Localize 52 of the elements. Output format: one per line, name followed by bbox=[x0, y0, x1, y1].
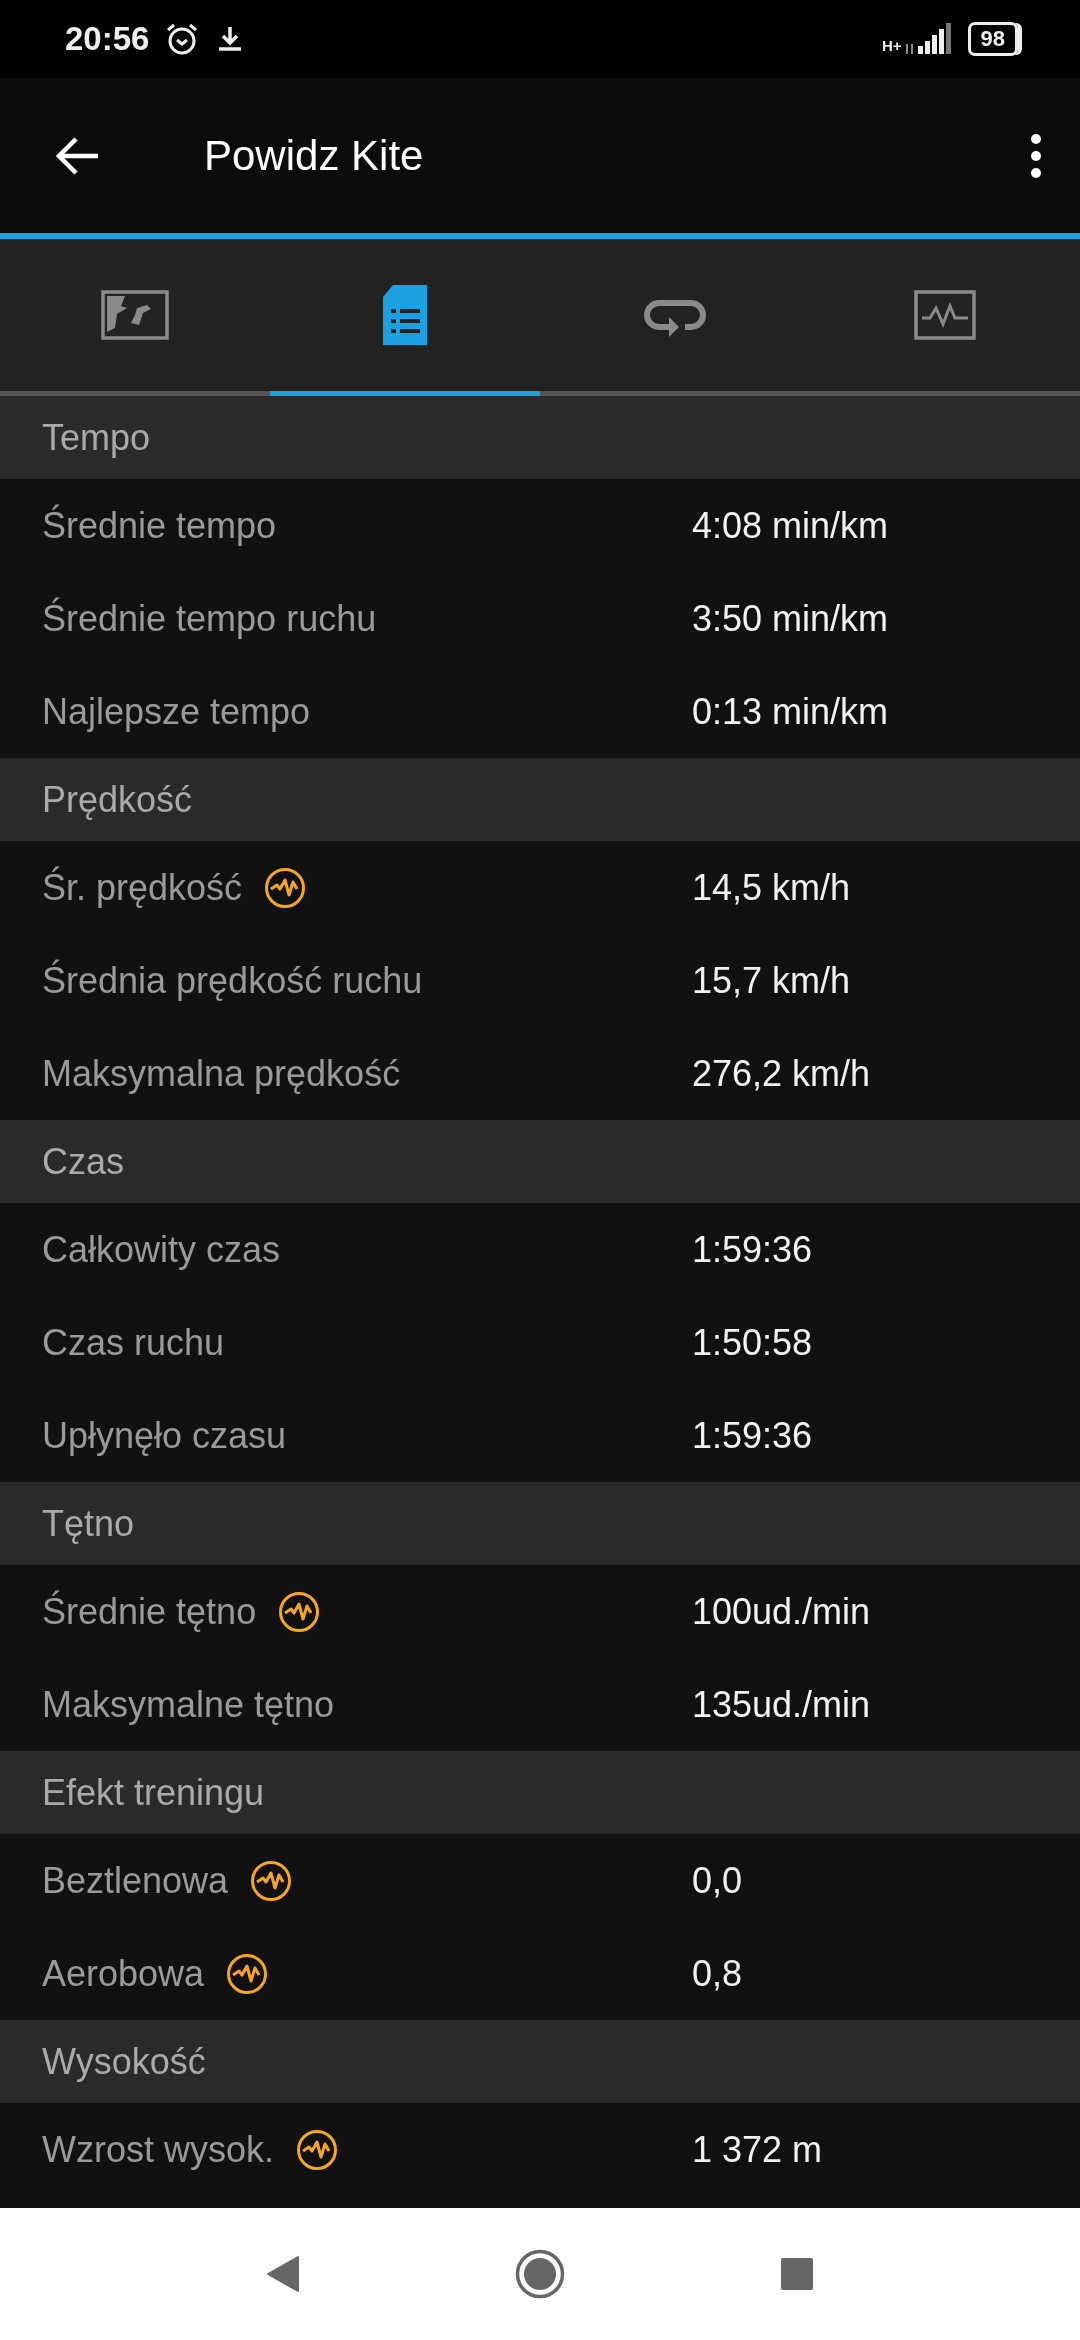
back-arrow-icon bbox=[54, 135, 100, 176]
stat-label: Średnie tempo ruchu bbox=[42, 596, 377, 641]
recents-nav-icon[interactable] bbox=[780, 2257, 814, 2291]
stat-label: Średnie tętno bbox=[42, 1589, 257, 1634]
activity-icon bbox=[278, 1590, 321, 1633]
stat-label: Czas ruchu bbox=[42, 1320, 225, 1365]
section-header: Prędkość bbox=[0, 758, 1080, 841]
stat-value: 1 372 m bbox=[692, 2127, 823, 2172]
section-header: Wysokość bbox=[0, 2020, 1080, 2103]
stat-label: Śr. prędkość bbox=[42, 865, 243, 910]
stat-value: 4:08 min/km bbox=[692, 503, 889, 548]
stat-label: Średnia prędkość ruchu bbox=[42, 958, 423, 1003]
stat-value: 14,5 km/h bbox=[692, 865, 851, 910]
stat-value: 0,8 bbox=[692, 1951, 743, 1996]
map-icon bbox=[101, 290, 169, 340]
screen-title: Powidz Kite bbox=[204, 131, 424, 181]
section-header: Efekt treningu bbox=[0, 1751, 1080, 1834]
section-header: Tętno bbox=[0, 1482, 1080, 1565]
stat-label: Maksymalna prędkość bbox=[42, 1051, 401, 1096]
stat-value: 276,2 km/h bbox=[692, 1051, 871, 1096]
section-header: Czas bbox=[0, 1120, 1080, 1203]
stat-value: 1:59:36 bbox=[692, 1227, 813, 1272]
stat-label: Beztlenowa bbox=[42, 1858, 229, 1903]
stat-value: 1:59:36 bbox=[692, 1413, 813, 1458]
stat-label: Najlepsze tempo bbox=[42, 689, 311, 734]
activity-icon bbox=[296, 2128, 338, 2171]
stat-value: 0:13 min/km bbox=[692, 689, 889, 734]
stat-value: 0,0 bbox=[692, 1858, 743, 1903]
stat-value: 3:50 min/km bbox=[692, 596, 889, 641]
stat-value: 135ud./min bbox=[692, 1682, 871, 1727]
stat-value: 1:50:58 bbox=[692, 1320, 813, 1365]
stat-value: 100ud./min bbox=[692, 1589, 871, 1634]
network-type: H+ bbox=[881, 35, 902, 56]
status-time: 20:56 bbox=[65, 19, 150, 60]
stat-label: Wzrost wysok. bbox=[42, 2127, 274, 2172]
signal-icon bbox=[903, 22, 952, 56]
activity-icon bbox=[250, 1859, 293, 1902]
back-nav-icon[interactable] bbox=[266, 2255, 300, 2293]
stat-label: Aerobowa bbox=[42, 1951, 205, 1996]
home-nav-icon[interactable] bbox=[515, 2249, 565, 2299]
activity-icon bbox=[226, 1952, 269, 1995]
stat-label: Upłynęło czasu bbox=[42, 1413, 287, 1458]
stat-label: Średnie tempo bbox=[42, 503, 277, 548]
alarm-icon bbox=[165, 22, 200, 56]
chart-icon bbox=[914, 290, 976, 340]
more-vertical-icon bbox=[1030, 132, 1042, 179]
activity-icon bbox=[264, 866, 307, 909]
stat-label: Maksymalne tętno bbox=[42, 1682, 335, 1727]
section-header: Tempo bbox=[0, 396, 1080, 479]
stat-label: Całkowity czas bbox=[42, 1227, 281, 1272]
document-list-icon bbox=[381, 283, 429, 347]
stat-value: 15,7 km/h bbox=[692, 958, 851, 1003]
